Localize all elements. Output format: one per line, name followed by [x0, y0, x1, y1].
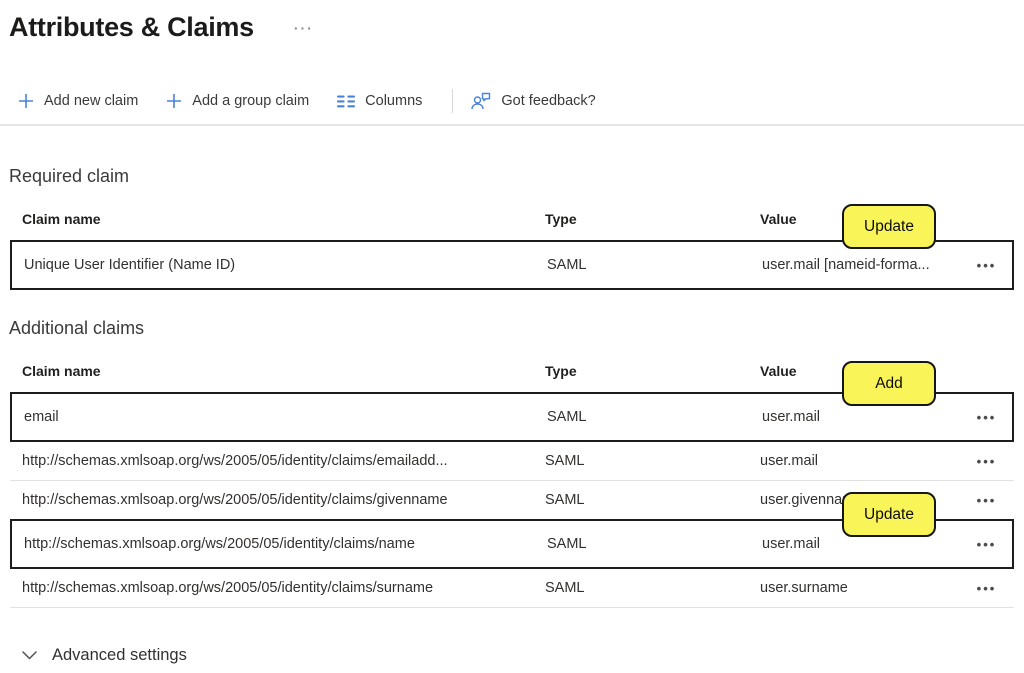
columns-label: Columns [365, 93, 422, 109]
annotation-callout-update-1: Update [842, 204, 936, 249]
annotation-callout-update-2: Update [842, 492, 936, 537]
page-title: Attributes & Claims [9, 11, 254, 43]
column-header-type: Type [545, 211, 760, 227]
row-menu-icon[interactable]: ••• [965, 454, 1014, 469]
row-menu-icon[interactable]: ••• [965, 493, 1014, 508]
toolbar-divider [452, 89, 453, 113]
more-options-icon[interactable]: ··· [294, 21, 314, 33]
advanced-settings-label: Advanced settings [52, 646, 187, 665]
chevron-down-icon [22, 651, 37, 660]
command-bar: Add new claim Add a group claim Columns [0, 88, 1024, 114]
column-header-claim-name: Claim name [10, 363, 545, 379]
add-new-claim-button[interactable]: Add new claim [18, 93, 138, 109]
add-new-claim-label: Add new claim [44, 93, 138, 109]
add-group-claim-button[interactable]: Add a group claim [166, 93, 309, 109]
columns-button[interactable]: Columns [337, 93, 422, 109]
row-menu-icon[interactable]: ••• [967, 537, 1012, 552]
got-feedback-label: Got feedback? [501, 93, 595, 109]
page-header: Attributes & Claims ··· [0, 0, 1024, 44]
columns-icon [337, 95, 355, 108]
plus-icon [18, 93, 34, 109]
additional-claims-heading: Additional claims [9, 316, 1024, 340]
table-row-emailaddress[interactable]: http://schemas.xmlsoap.org/ws/2005/05/id… [10, 442, 1014, 481]
got-feedback-button[interactable]: Got feedback? [471, 92, 595, 110]
row-menu-icon[interactable]: ••• [967, 258, 1012, 273]
add-group-claim-label: Add a group claim [192, 93, 309, 109]
column-header-claim-name: Claim name [10, 211, 545, 227]
row-menu-icon[interactable]: ••• [965, 581, 1014, 596]
column-header-type: Type [545, 363, 760, 379]
toolbar-separator [0, 124, 1024, 126]
table-row-surname[interactable]: http://schemas.xmlsoap.org/ws/2005/05/id… [10, 569, 1014, 608]
required-claim-heading: Required claim [9, 164, 1024, 188]
row-menu-icon[interactable]: ••• [967, 410, 1012, 425]
advanced-settings-toggle[interactable]: Advanced settings [22, 646, 1024, 665]
feedback-icon [471, 92, 491, 110]
annotation-callout-add: Add [842, 361, 936, 406]
plus-icon [166, 93, 182, 109]
